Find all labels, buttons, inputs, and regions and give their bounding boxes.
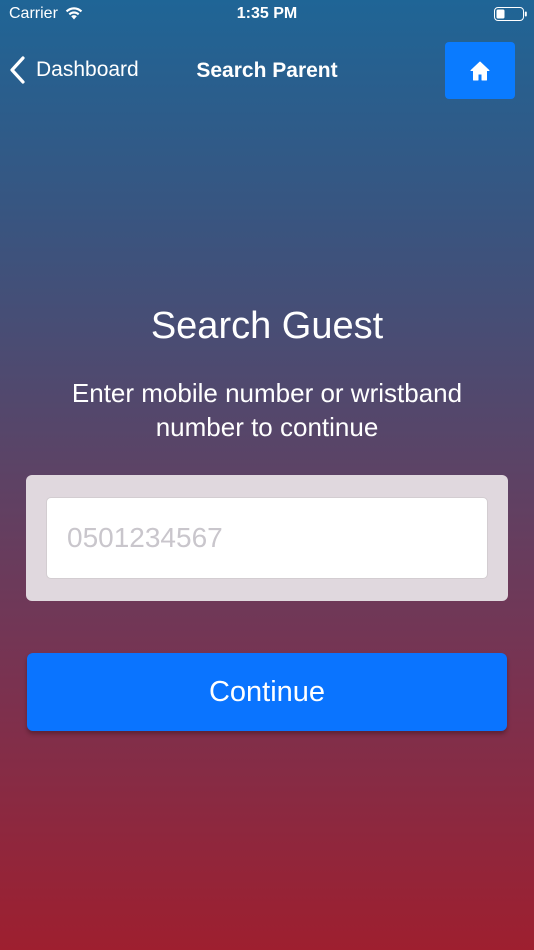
status-bar: Carrier 1:35 PM bbox=[0, 0, 534, 28]
search-instructions: Enter mobile number or wristband number … bbox=[71, 378, 463, 442]
battery-icon bbox=[494, 7, 528, 21]
search-input-card bbox=[26, 475, 508, 601]
status-time: 1:35 PM bbox=[236, 5, 298, 22]
continue-button[interactable]: Continue bbox=[27, 653, 507, 731]
search-guest-heading: Search Guest bbox=[150, 305, 384, 347]
home-icon bbox=[469, 60, 491, 82]
home-button[interactable] bbox=[445, 42, 515, 99]
search-input[interactable] bbox=[46, 497, 488, 579]
navigation-bar: Dashboard Search Parent bbox=[0, 28, 534, 112]
